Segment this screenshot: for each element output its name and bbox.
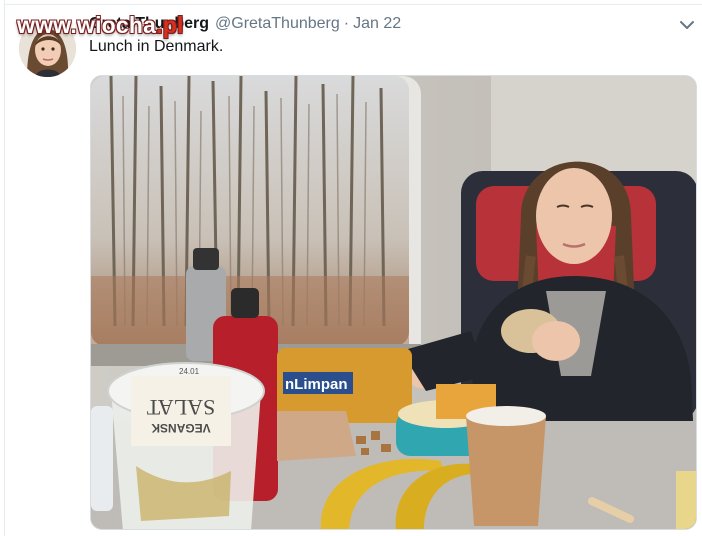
photo-scene: nLimpan VEGANSK SALAT 24.01 (91, 76, 696, 529)
chevron-down-icon[interactable] (678, 16, 696, 34)
timeline-left-border (4, 0, 5, 536)
salad-date-label: 24.01 (179, 367, 200, 376)
tweet-top-divider (5, 4, 702, 5)
bread-package-label: nLimpan (285, 376, 348, 393)
tweet-text: Lunch in Denmark. (89, 38, 224, 55)
salad-label-line2: SALAT (146, 395, 215, 420)
watermark-logo: www.wiocha.pl (17, 12, 184, 38)
separator-dot: · (343, 15, 350, 32)
user-handle[interactable]: @GretaThunberg (215, 15, 340, 33)
salad-label-line1: VEGANSK (151, 421, 211, 435)
tweet-photo[interactable]: nLimpan VEGANSK SALAT 24.01 (90, 75, 697, 530)
tweet-date[interactable]: Jan 22 (353, 15, 401, 33)
